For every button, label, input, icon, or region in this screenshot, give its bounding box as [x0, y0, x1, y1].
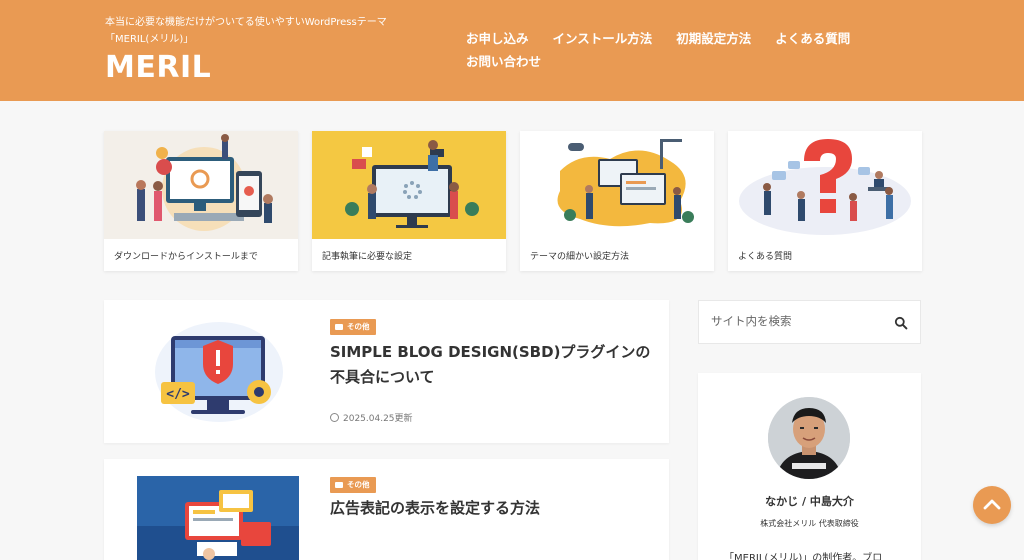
post-date: 2025.04.25更新 [330, 411, 413, 424]
card-writing-settings[interactable]: 記事執筆に必要な設定 [312, 131, 506, 271]
card-thumbnail [312, 131, 506, 239]
nav-item-apply[interactable]: お申し込み [466, 28, 529, 51]
nav-item-initial-settings[interactable]: 初期設定方法 [676, 28, 751, 51]
category-label: その他 [347, 480, 370, 489]
card-caption: よくある質問 [738, 252, 793, 262]
search-icon[interactable] [894, 315, 908, 330]
sidebar-search [698, 300, 921, 344]
card-caption: 記事執筆に必要な設定 [322, 252, 413, 262]
site-header: 本当に必要な機能だけがついてる使いやすいWordPressテーマ「MERIL(メ… [0, 0, 1024, 101]
category-label: その他 [347, 322, 370, 331]
category-badge[interactable]: その他 [330, 477, 376, 493]
post-date-text: 2025.04.25更新 [343, 414, 413, 424]
profile-role: 株式会社メリル 代表取締役 [760, 519, 859, 528]
global-nav: お申し込み インストール方法 初期設定方法 よくある質問 お問い合わせ [466, 28, 886, 74]
post-thumbnail [137, 476, 299, 560]
post-card[interactable]: </> その他 SIMPLE BLOG DESIGN(SBD)プラグインの不具合… [104, 300, 669, 443]
post-thumbnail: </> [137, 316, 299, 428]
card-caption: ダウンロードからインストールまで [114, 252, 258, 262]
chevron-up-icon [983, 499, 1001, 510]
card-thumbnail [520, 131, 714, 239]
folder-icon [335, 324, 343, 330]
site-tagline: 本当に必要な機能だけがついてる使いやすいWordPressテーマ「MERIL(メ… [105, 17, 387, 45]
nav-item-faq[interactable]: よくある質問 [775, 28, 850, 51]
profile-bio: 「MERIL(メリル)」の制作者。ブロ [724, 553, 883, 560]
profile-name: なかじ / 中島大介 [765, 495, 854, 508]
search-input[interactable] [711, 314, 881, 328]
card-caption: テーマの細かい設定方法 [530, 252, 630, 262]
nav-item-install[interactable]: インストール方法 [553, 28, 653, 51]
card-download-install[interactable]: ダウンロードからインストールまで [104, 131, 298, 271]
pickup-cards: ダウンロードからインストールまで 記事執筆に必要な設定 テーマの細かい設定方法 … [104, 131, 922, 271]
clock-icon [330, 413, 339, 422]
card-faq[interactable]: よくある質問 [728, 131, 922, 271]
post-title[interactable]: 広告表記の表示を設定する方法 [330, 496, 655, 521]
nav-item-contact[interactable]: お問い合わせ [466, 51, 541, 74]
post-title[interactable]: SIMPLE BLOG DESIGN(SBD)プラグインの不具合について [330, 340, 655, 390]
card-thumbnail [728, 131, 922, 239]
folder-icon [335, 482, 343, 488]
avatar [768, 397, 850, 479]
svg-text:</>: </> [166, 387, 190, 402]
card-thumbnail [104, 131, 298, 239]
category-badge[interactable]: その他 [330, 319, 376, 335]
profile-widget: なかじ / 中島大介 株式会社メリル 代表取締役 「MERIL(メリル)」の制作… [698, 373, 921, 560]
site-logo[interactable]: MERIL [105, 50, 211, 85]
back-to-top-button[interactable] [973, 486, 1011, 524]
post-card[interactable]: その他 広告表記の表示を設定する方法 [104, 459, 669, 560]
card-theme-settings[interactable]: テーマの細かい設定方法 [520, 131, 714, 271]
